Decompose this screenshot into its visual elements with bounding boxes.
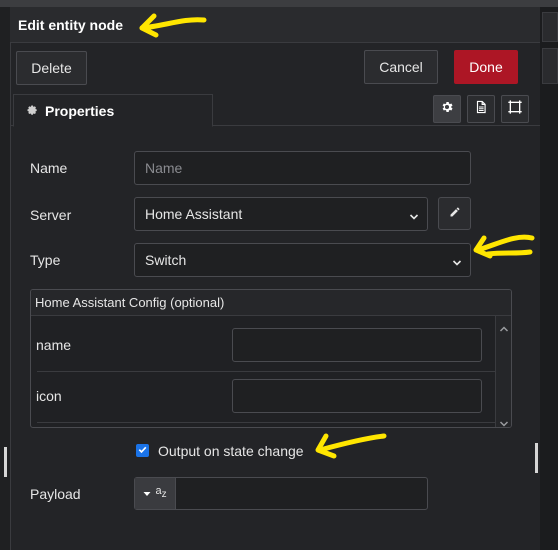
server-value: Home Assistant: [145, 206, 243, 222]
row-divider: [37, 371, 495, 372]
gutter-block: [542, 12, 558, 42]
gutter-block: [542, 48, 558, 84]
row-divider: [37, 422, 495, 423]
chevron-up-icon[interactable]: [499, 320, 509, 332]
config-name-input[interactable]: [232, 328, 482, 362]
node-appearance-button[interactable]: [501, 95, 529, 123]
delete-button[interactable]: Delete: [16, 51, 87, 85]
resize-handle[interactable]: [535, 443, 538, 473]
output-on-state-change-checkbox[interactable]: [136, 444, 149, 457]
annotation-arrow: [473, 234, 535, 259]
type-select[interactable]: Switch: [134, 243, 471, 277]
tray-title: Edit entity node: [18, 17, 123, 33]
node-settings-button[interactable]: [433, 95, 461, 123]
payload-label: Payload: [30, 486, 81, 502]
chevron-down-icon[interactable]: [499, 415, 509, 427]
name-input[interactable]: Name: [134, 151, 471, 185]
payload-input[interactable]: az: [134, 477, 428, 510]
payload-type-button[interactable]: az: [135, 478, 176, 509]
window-top-strip: [0, 0, 558, 7]
annotation-arrow: [139, 13, 207, 38]
frame-icon: [507, 99, 523, 120]
right-gutter: [540, 7, 558, 550]
gear-icon: [440, 100, 454, 119]
document-icon: [474, 100, 488, 119]
ha-config-panel: Home Assistant Config (optional) name ic…: [30, 289, 512, 428]
caret-down-icon: [143, 485, 151, 503]
edit-server-button[interactable]: [438, 197, 471, 230]
type-value: Switch: [145, 252, 187, 268]
server-select[interactable]: Home Assistant: [134, 197, 428, 231]
cancel-button[interactable]: Cancel: [364, 50, 438, 84]
config-row-label: icon: [36, 388, 62, 404]
name-placeholder: Name: [145, 160, 183, 176]
config-row-label: name: [36, 337, 72, 353]
tab-properties[interactable]: Properties: [13, 94, 213, 127]
output-on-state-change-label: Output on state change: [158, 443, 304, 459]
gear-icon: [26, 104, 40, 118]
name-label: Name: [30, 160, 68, 176]
ha-config-title: Home Assistant Config (optional): [31, 290, 511, 316]
checkmark-icon: [137, 442, 148, 460]
chevron-down-icon: [452, 255, 462, 266]
type-label: Type: [30, 252, 61, 268]
pencil-icon: [449, 205, 461, 223]
node-description-button[interactable]: [467, 95, 495, 123]
string-type-icon: az: [155, 486, 166, 500]
config-scrollbar[interactable]: [495, 316, 511, 427]
server-label: Server: [30, 207, 72, 223]
annotation-arrow: [315, 433, 387, 459]
string-type-sub: z: [161, 489, 167, 501]
chevron-down-icon: [409, 209, 419, 220]
done-button[interactable]: Done: [454, 50, 518, 84]
edit-tray: [10, 7, 540, 550]
resize-handle[interactable]: [4, 447, 7, 477]
config-icon-input[interactable]: [232, 379, 482, 413]
tab-label: Properties: [45, 102, 115, 119]
